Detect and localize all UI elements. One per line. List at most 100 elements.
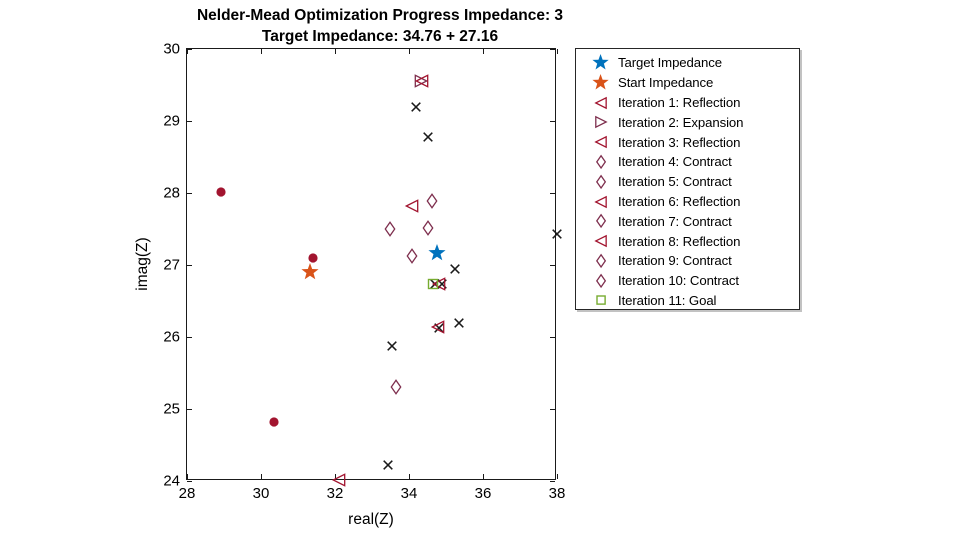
y-tick-mark [187, 337, 192, 338]
data-point-marker [453, 317, 464, 328]
x-tick-mark [409, 474, 410, 479]
y-tick-mark [550, 49, 555, 50]
data-point-marker [269, 417, 279, 427]
data-point-marker [430, 320, 445, 334]
legend-item-label: Iteration 11: Goal [618, 292, 717, 308]
x-tick-mark [557, 49, 558, 54]
legend-item[interactable]: Iteration 10: Contract [576, 271, 799, 291]
legend-item-label: Target Impedance [618, 55, 722, 71]
legend-triangle-left-icon [584, 96, 618, 109]
legend-item[interactable]: Iteration 8: Reflection [576, 231, 799, 251]
legend-triangle-left-icon [584, 135, 618, 149]
y-tick-mark [550, 481, 555, 482]
data-point-marker [387, 340, 398, 351]
y-tick-mark [550, 193, 555, 194]
legend-item-label: Iteration 10: Contract [618, 273, 739, 289]
data-point-marker [429, 278, 440, 289]
x-tick-mark [187, 49, 188, 54]
data-point-marker [428, 278, 439, 289]
y-tick-mark [550, 121, 555, 122]
y-tick-mark [550, 409, 555, 410]
data-point-marker [382, 460, 393, 471]
legend-diamond-icon [584, 214, 618, 229]
legend-item-label: Start Impedance [618, 75, 714, 91]
x-tick-mark [483, 49, 484, 54]
legend-item[interactable]: Iteration 9: Contract [576, 251, 799, 271]
legend-item[interactable]: Iteration 3: Reflection [576, 132, 799, 152]
data-point-marker [411, 101, 422, 112]
legend-item-label: Iteration 3: Reflection [618, 134, 741, 150]
x-tick-label: 34 [400, 485, 418, 502]
legend-item[interactable]: Iteration 7: Contract [576, 211, 799, 231]
legend-triangle-right-icon [584, 116, 618, 129]
legend-item[interactable]: Iteration 5: Contract [576, 172, 799, 192]
x-tick-label: 38 [548, 485, 566, 502]
y-tick-mark [187, 193, 192, 194]
legend-item-label: Iteration 5: Contract [618, 174, 732, 190]
data-point-marker [431, 276, 445, 291]
legend-item-label: Iteration 9: Contract [618, 253, 732, 269]
y-axis-title: imag(Z) [134, 237, 151, 291]
figure-canvas: Nelder-Mead Optimization Progress Impeda… [0, 0, 960, 540]
data-point-marker [450, 263, 461, 274]
x-tick-mark [261, 49, 262, 54]
chart-title-line-1: Nelder-Mead Optimization Progress Impeda… [196, 7, 564, 24]
legend-item[interactable]: Start Impedance [576, 73, 799, 93]
y-tick-label: 30 [163, 40, 180, 58]
y-tick-mark [187, 409, 192, 410]
chart-title-line-2: Target Impedance: 34.76 + 27.16 [261, 27, 499, 45]
data-point-marker [384, 221, 396, 237]
legend-star-filled-icon [584, 54, 618, 71]
plot-area: 24 25 26 27 28 29 30 28 30 32 34 36 38 [163, 41, 565, 503]
legend-item-label: Iteration 7: Contract [618, 213, 732, 229]
legend-item[interactable]: Target Impedance [576, 53, 799, 73]
data-point-marker [434, 322, 445, 333]
x-tick-mark [261, 474, 262, 479]
legend-item[interactable]: Iteration 1: Reflection [576, 93, 799, 113]
chart-legend[interactable]: Target Impedance Start Impedance Iteration… [575, 48, 800, 310]
y-tick-label: 26 [163, 328, 180, 346]
legend-item-label: Iteration 2: Expansion [618, 114, 744, 130]
data-point-marker [414, 74, 429, 89]
legend-triangle-left-icon [584, 234, 618, 248]
data-point-marker [390, 379, 402, 396]
x-tick-mark [187, 474, 188, 479]
x-tick-mark [409, 49, 410, 54]
x-tick-label: 36 [474, 485, 492, 502]
data-point-marker [422, 219, 433, 236]
data-point-marker [301, 263, 319, 281]
data-point-marker [406, 248, 418, 265]
x-tick-mark [335, 49, 336, 54]
x-tick-label: 32 [326, 485, 344, 502]
x-axis-title: real(Z) [348, 511, 394, 528]
legend-square-icon [584, 295, 618, 306]
y-tick-label: 28 [163, 184, 180, 202]
x-tick-mark [557, 474, 558, 479]
legend-item[interactable]: Iteration 4: Contract [576, 152, 799, 172]
data-point-marker [552, 229, 563, 240]
data-point-marker [216, 187, 226, 197]
legend-item-label: Iteration 8: Reflection [618, 233, 741, 249]
y-tick-label: 25 [163, 400, 180, 418]
data-point-marker [308, 253, 318, 263]
legend-item[interactable]: Iteration 2: Expansion [576, 112, 799, 132]
x-tick-label: 30 [252, 485, 270, 502]
data-point-marker [436, 278, 447, 289]
legend-item-label: Iteration 1: Reflection [618, 94, 741, 110]
y-tick-mark [187, 265, 192, 266]
chart-title: Nelder-Mead Optimization Progress Impeda… [0, 6, 760, 47]
x-tick-mark [483, 474, 484, 479]
legend-star-filled-icon [584, 74, 618, 91]
legend-item-label: Iteration 6: Reflection [618, 193, 741, 209]
x-tick-label: 28 [178, 485, 196, 502]
y-tick-mark [187, 121, 192, 122]
y-tick-label: 24 [163, 472, 180, 490]
legend-triangle-left-icon [584, 195, 618, 208]
legend-diamond-icon [584, 154, 618, 170]
legend-item[interactable]: Iteration 11: Goal [576, 291, 799, 311]
legend-item-label: Iteration 4: Contract [618, 154, 732, 170]
legend-diamond-icon [584, 253, 618, 269]
y-tick-mark [187, 481, 192, 482]
x-tick-mark [335, 474, 336, 479]
legend-item[interactable]: Iteration 6: Reflection [576, 192, 799, 212]
